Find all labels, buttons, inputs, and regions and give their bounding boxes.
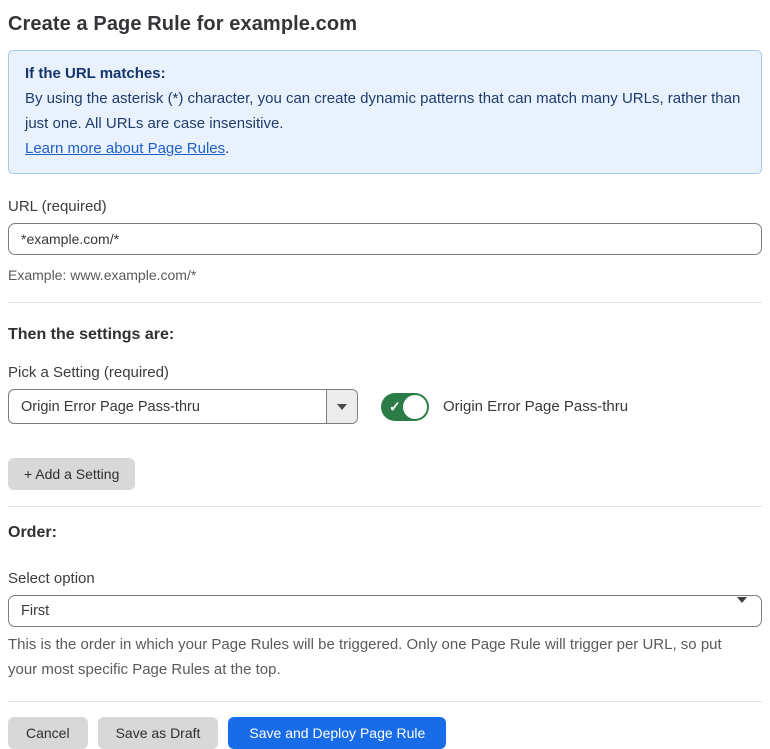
order-help-text: This is the order in which your Page Rul…	[8, 636, 722, 678]
check-icon: ✓	[389, 398, 401, 415]
order-select-value: First	[21, 603, 50, 619]
url-match-info-box: If the URL matches: By using the asteris…	[8, 50, 762, 174]
info-box-heading: If the URL matches:	[25, 65, 166, 82]
url-label: URL (required)	[8, 198, 107, 215]
pick-setting-label: Pick a Setting (required)	[8, 364, 169, 381]
toggle-knob	[403, 394, 427, 419]
order-select-label: Select option	[8, 570, 95, 587]
url-input[interactable]	[8, 223, 762, 255]
info-link-period: .	[225, 140, 230, 157]
page-title: Create a Page Rule for example.com	[8, 13, 358, 35]
order-select[interactable]: First	[8, 595, 762, 627]
divider	[8, 506, 762, 507]
divider	[8, 302, 762, 303]
info-link-row: Learn more about Page Rules.	[25, 136, 745, 161]
save-as-draft-button[interactable]: Save as Draft	[97, 717, 219, 749]
add-setting-button[interactable]: + Add a Setting	[8, 458, 136, 490]
divider	[8, 701, 762, 702]
settings-section-heading: Then the settings are:	[8, 326, 175, 343]
caret-down-icon[interactable]	[326, 390, 357, 423]
save-and-deploy-button[interactable]: Save and Deploy Page Rule	[228, 717, 447, 749]
setting-toggle[interactable]: ✓	[381, 392, 429, 421]
footer-actions: Cancel Save as Draft Save and Deploy Pag…	[8, 717, 762, 749]
setting-dropdown-value: Origin Error Page Pass-thru	[21, 398, 200, 415]
cancel-button[interactable]: Cancel	[8, 717, 88, 749]
order-section-heading: Order:	[8, 524, 57, 541]
setting-dropdown[interactable]: Origin Error Page Pass-thru	[8, 389, 358, 424]
create-page-rule-form: Create a Page Rule for example.com If th…	[0, 0, 770, 749]
caret-down-icon	[737, 597, 747, 619]
url-example-text: Example: www.example.com/*	[8, 267, 197, 283]
learn-more-link[interactable]: Learn more about Page Rules	[25, 140, 225, 157]
setting-controls-row: Origin Error Page Pass-thru ✓ Origin Err…	[8, 389, 762, 424]
setting-toggle-group: ✓ Origin Error Page Pass-thru	[381, 392, 629, 421]
setting-toggle-label: Origin Error Page Pass-thru	[443, 398, 629, 415]
info-box-body: By using the asterisk (*) character, you…	[25, 90, 741, 132]
